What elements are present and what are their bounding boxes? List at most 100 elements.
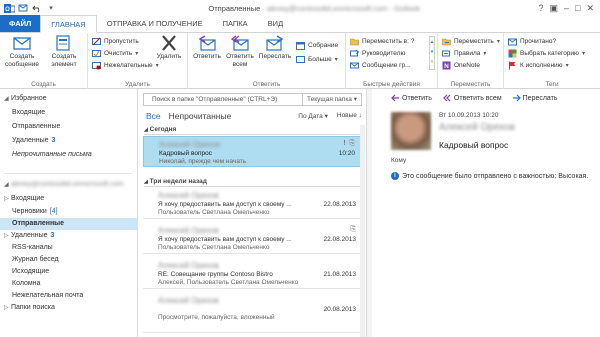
categorize-icon <box>508 49 517 58</box>
reply-all-button[interactable]: Ответить всем <box>224 35 256 68</box>
reading-reply-all-label: Ответить всем <box>453 94 502 102</box>
meeting-button[interactable]: Собрание <box>296 40 338 50</box>
reading-reply-all-button[interactable]: Ответить всем <box>442 94 502 102</box>
expand-triangle-icon: ▷ <box>4 233 9 239</box>
folder-label: Нежелательная почта <box>12 292 84 299</box>
quick-step-move-to[interactable]: Переместить в: ? <box>350 36 414 46</box>
outlook-logo-icon: O <box>3 2 15 14</box>
read-unread-button[interactable]: Прочитано? <box>508 36 556 46</box>
quick-steps-scroll[interactable]: ▴ ▾ ▿ <box>429 36 435 70</box>
folder-label: Входящие <box>12 109 46 116</box>
list-item[interactable]: Алексей Орехов ! ⎘ Кадровый вопрос 10:20 … <box>143 136 362 167</box>
onenote-icon: N <box>442 61 451 70</box>
onenote-label: OneNote <box>454 61 481 69</box>
junk-button[interactable]: Нежелательные ▾ <box>92 60 159 70</box>
folder-inbox[interactable]: ▷ Входящие <box>0 193 138 205</box>
folder-deleted[interactable]: ▷ Удаленные 3 <box>0 230 138 242</box>
list-item[interactable]: Алексей Орехов Я хочу предоставить вам д… <box>143 188 362 219</box>
categorize-button[interactable]: Выбрать категорию ▾ <box>508 48 585 58</box>
tab-view[interactable]: ВИД <box>258 15 293 32</box>
tab-send-receive[interactable]: ОТПРАВКА И ПОЛУЧЕНИЕ <box>97 15 213 32</box>
folder-junk[interactable]: Нежелательная почта <box>0 290 138 302</box>
move-button[interactable]: Переместить ▾ <box>442 36 500 46</box>
folder-sent[interactable]: Отправленные <box>0 218 138 230</box>
message-subject: Я хочу предоставить вам доступ к своему … <box>158 236 292 243</box>
group-header-today[interactable]: ◢ Сегодня <box>144 125 360 135</box>
unread-count: 3 <box>50 232 55 239</box>
reading-pane-edge <box>367 89 372 337</box>
message-subject: Кадровый вопрос <box>159 150 212 157</box>
ignore-button[interactable]: Пропустить <box>92 36 139 46</box>
search-input[interactable]: Поиск в папке "Отправленные" (CTRL+Э) <box>144 96 302 103</box>
folder-search-folders[interactable]: ▷ Папки поиска <box>0 302 138 314</box>
filter-all[interactable]: Все <box>146 111 161 121</box>
reading-forward-label: Переслать <box>522 94 558 102</box>
delete-button[interactable]: Удалить <box>154 35 184 61</box>
search-scope-dropdown[interactable]: Текущая папка ▾ <box>301 94 361 105</box>
help-icon[interactable]: ? <box>538 3 543 13</box>
rules-button[interactable]: Правила ▾ <box>442 48 486 58</box>
message-subject: Кадровый вопрос <box>439 140 509 150</box>
filter-unread[interactable]: Непрочитанные <box>169 111 232 121</box>
message-list-scrollbar[interactable] <box>360 125 365 337</box>
new-message-button[interactable]: Создать сообщение <box>3 35 41 68</box>
tab-folder[interactable]: ПАПКА <box>213 15 258 32</box>
folder-conversation-history[interactable]: Журнал бесед <box>0 254 138 266</box>
minimize-icon[interactable]: – <box>564 3 569 13</box>
tab-home[interactable]: ГЛАВНАЯ <box>40 15 97 33</box>
new-items-button[interactable]: Создать элемент <box>43 35 85 68</box>
folder-outbox[interactable]: Исходящие <box>0 266 138 278</box>
follow-up-button[interactable]: К исполнению ▾ <box>508 60 569 70</box>
quick-step-team-email[interactable]: Сообщение гр... <box>350 60 411 70</box>
reply-label: Ответить <box>193 53 221 60</box>
delete-x-icon <box>160 35 178 51</box>
sort-by-button[interactable]: По Дата ▾ <box>298 112 328 120</box>
fav-folder-deleted[interactable]: Удаленные 3 <box>0 135 138 147</box>
undo-icon[interactable] <box>31 2 43 14</box>
categorize-label: Выбрать категорию <box>520 49 579 57</box>
reading-reply-button[interactable]: Ответить <box>391 94 432 102</box>
group-respond-label: Ответить <box>252 81 281 88</box>
fav-folder-inbox[interactable]: Входящие <box>0 107 138 119</box>
quick-step-manager-label: Руководителю <box>362 49 406 57</box>
clean-up-label: Очистить <box>104 49 133 57</box>
reading-forward-button[interactable]: Переслать <box>512 94 558 102</box>
more-respond-button[interactable]: Больше ▾ <box>296 54 338 64</box>
customize-qat-icon[interactable]: ▾ <box>45 2 57 14</box>
sender-name[interactable]: Алексей Орехов <box>439 122 515 133</box>
reply-all-icon <box>230 35 249 51</box>
maximize-icon[interactable]: □ <box>575 3 580 13</box>
folder-kolomna[interactable]: Коломна <box>0 278 138 290</box>
group-header-three-weeks-ago[interactable]: ◢ Три недели назад <box>144 177 360 187</box>
junk-label: Нежелательные <box>104 61 153 69</box>
search-box[interactable]: Поиск в папке "Отправленные" (CTRL+Э) Те… <box>143 93 362 106</box>
close-icon[interactable]: ✕ <box>586 3 594 14</box>
folder-label: Непрочитанные письма <box>12 151 92 158</box>
onenote-button[interactable]: N OneNote <box>442 60 480 70</box>
ribbon-display-icon[interactable]: ▣ <box>549 3 558 14</box>
message-preview: Николай, прежде чем начать <box>159 158 247 165</box>
quick-step-move-to-label: Переместить в: ? <box>362 37 415 45</box>
folder-rss[interactable]: RSS-каналы <box>0 242 138 254</box>
reply-button[interactable]: Ответить <box>192 35 222 61</box>
forward-button[interactable]: Переслать <box>258 35 292 61</box>
reading-pane: Ответить Ответить всем Переслать Вт 10.0… <box>366 89 600 337</box>
send-receive-icon[interactable] <box>17 2 29 14</box>
list-item[interactable]: Алексей Орехов ⎘ Я хочу предоставить вам… <box>143 223 362 254</box>
folder-drafts[interactable]: Черновики [4] <box>0 206 138 218</box>
folder-label: Коломна <box>12 280 41 287</box>
message-sender: Алексей Орехов <box>159 140 220 149</box>
list-item[interactable]: Алексей Орехов RE: Совещание группы Cont… <box>143 258 362 289</box>
account-header[interactable]: ◢ alexey@contosoltd.onmicrosoft.com <box>0 179 138 191</box>
tab-file[interactable]: ФАЙЛ <box>0 15 41 32</box>
fav-folder-sent[interactable]: Отправленные <box>0 121 138 133</box>
sort-order-button[interactable]: Новые ↓ <box>337 112 362 120</box>
message-preview: Пользователь Светлана Омельченко <box>158 209 270 216</box>
list-item[interactable]: Алексей Орехов 20.08.2013 Просмотрите, п… <box>143 293 362 333</box>
favorites-header[interactable]: ◢ Избранное <box>0 93 138 105</box>
fav-unread-mail[interactable]: Непрочитанные письма <box>0 149 138 161</box>
folder-label: Журнал бесед <box>12 256 59 263</box>
group-tags-label: Теги <box>545 81 559 88</box>
quick-step-manager[interactable]: Руководителю <box>350 48 405 58</box>
clean-up-button[interactable]: Очистить ▾ <box>92 48 138 58</box>
